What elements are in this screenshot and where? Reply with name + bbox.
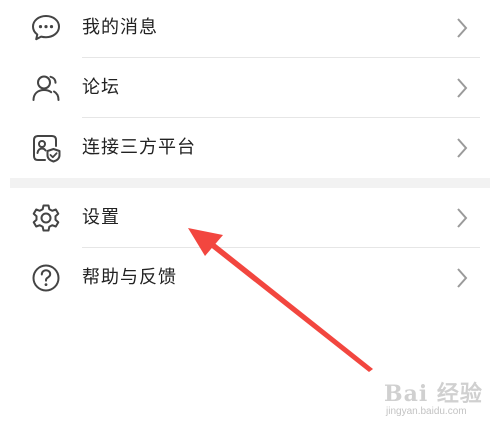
help-icon (32, 264, 60, 292)
watermark: Bai 经验 jingyan.baidu.com (380, 372, 496, 424)
menu-item-label: 帮助与反馈 (82, 267, 177, 288)
settings-menu: 我的消息 论坛 连接三方平台 设置 帮助与反馈 (0, 0, 500, 308)
chevron-right-icon (457, 18, 468, 38)
menu-item-label: 论坛 (82, 77, 120, 98)
chevron-right-icon (457, 268, 468, 288)
menu-item-forum[interactable]: 论坛 (0, 58, 500, 118)
watermark-url: jingyan.baidu.com (386, 406, 467, 417)
menu-item-label: 设置 (82, 207, 120, 228)
user-icon (32, 75, 60, 101)
chevron-right-icon (457, 78, 468, 98)
menu-item-label: 连接三方平台 (82, 137, 196, 158)
gear-icon (32, 204, 60, 232)
chevron-right-icon (457, 138, 468, 158)
group-separator (10, 178, 490, 188)
menu-item-messages[interactable]: 我的消息 (0, 0, 500, 58)
message-icon (32, 15, 60, 41)
shield-card-icon (33, 135, 61, 163)
watermark-brand: Bai 经验 (384, 381, 483, 407)
menu-item-help-feedback[interactable]: 帮助与反馈 (0, 248, 500, 308)
menu-item-label: 我的消息 (82, 17, 158, 38)
menu-item-third-party[interactable]: 连接三方平台 (0, 118, 500, 178)
chevron-right-icon (457, 208, 468, 228)
menu-item-settings[interactable]: 设置 (0, 188, 500, 248)
